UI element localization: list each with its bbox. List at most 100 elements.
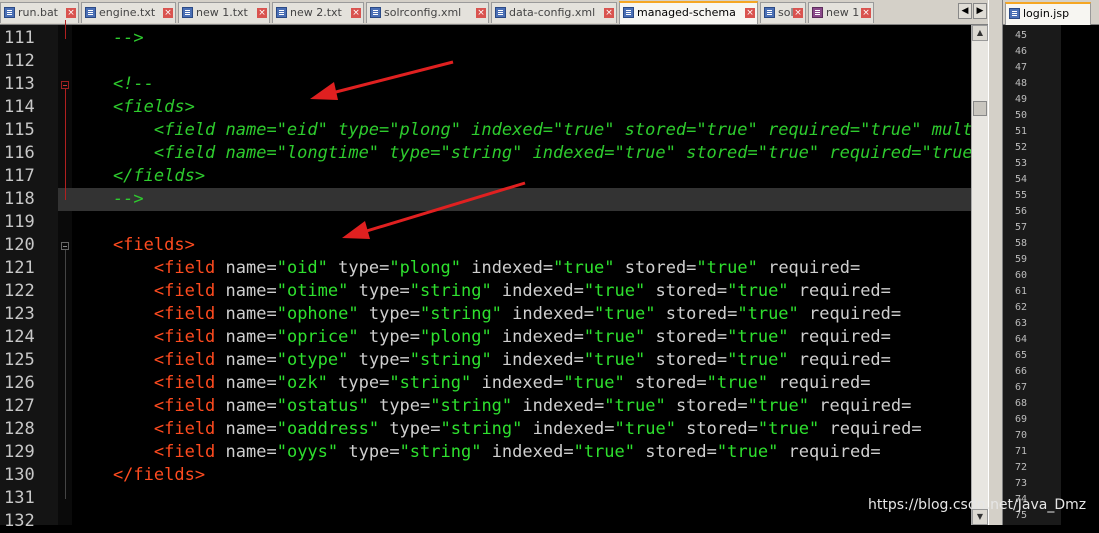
line-number: 129 xyxy=(4,442,35,462)
close-tab-icon[interactable]: × xyxy=(745,8,755,18)
tab-data-config-xml[interactable]: data-config.xml × xyxy=(491,2,617,23)
code-token: stored= xyxy=(624,373,707,393)
right-code-editor[interactable] xyxy=(1061,25,1099,525)
close-tab-icon[interactable]: × xyxy=(351,8,361,18)
line-number: 67 xyxy=(1015,382,1028,393)
code-token: type= xyxy=(358,327,421,347)
fold-margin xyxy=(58,20,72,525)
code-token: "true" xyxy=(583,350,646,370)
tab-new-2-txt[interactable]: new 2.txt × xyxy=(272,2,364,23)
fold-guide-line xyxy=(65,250,66,499)
vertical-scrollbar[interactable]: ▲ ▼ xyxy=(971,25,988,525)
tab-solr[interactable]: solr × xyxy=(760,2,806,23)
close-tab-icon[interactable]: × xyxy=(604,8,614,18)
code-token: type= xyxy=(368,396,431,416)
code-token: required= xyxy=(757,258,861,278)
right-line-number-gutter: 45 46 47 48 49 50 51 52 53 54 55 56 57 58 59 60 61 62 63 64… xyxy=(1003,25,1061,525)
split-pane-divider[interactable] xyxy=(988,0,1003,525)
tab-label: new 1.txt xyxy=(196,6,248,19)
code-token: stored= xyxy=(645,350,728,370)
code-token: indexed= xyxy=(481,442,574,462)
line-number: 117 xyxy=(4,166,35,186)
current-code-line: --> xyxy=(72,188,972,211)
code-token: "true" xyxy=(614,419,676,439)
code-token: "ozk" xyxy=(276,373,328,393)
code-token: stored= xyxy=(655,304,738,324)
code-token: "ophone" xyxy=(276,304,359,324)
code-token: <fields> xyxy=(72,235,195,255)
tab-managed-schema[interactable]: managed-schema × xyxy=(619,1,758,24)
code-token: indexed= xyxy=(512,396,605,416)
line-number: 126 xyxy=(4,373,35,393)
tab-scroll-right-button[interactable]: ▶ xyxy=(973,3,987,19)
close-tab-icon[interactable]: × xyxy=(476,8,486,18)
line-number: 48 xyxy=(1015,78,1028,89)
code-line: --> xyxy=(72,27,972,50)
tab-label: engine.txt xyxy=(99,6,156,19)
code-token: "string" xyxy=(389,373,472,393)
code-token: <field xyxy=(72,373,226,393)
tab-engine-txt[interactable]: engine.txt × xyxy=(81,2,176,23)
fold-guide-line xyxy=(65,20,66,39)
line-number: 71 xyxy=(1015,446,1028,457)
close-tab-icon[interactable]: × xyxy=(793,8,803,18)
code-token: </fields> xyxy=(72,166,206,186)
line-number: 58 xyxy=(1015,238,1028,249)
tab-login-jsp[interactable]: login.jsp xyxy=(1005,2,1091,25)
scroll-thumb[interactable] xyxy=(973,101,987,116)
tab-scroll-left-button[interactable]: ◀ xyxy=(958,3,972,19)
code-token: type= xyxy=(348,350,410,370)
code-token: required= xyxy=(798,304,902,324)
code-token: "true" xyxy=(563,373,625,393)
line-number: 130 xyxy=(4,465,35,485)
right-tab-bar: login.jsp xyxy=(1003,0,1099,25)
line-number: 115 xyxy=(4,120,35,140)
line-number: 111 xyxy=(4,28,35,48)
code-token: <field name="eid" type="plong" indexed="… xyxy=(153,120,972,140)
code-token: "ostatus" xyxy=(276,396,369,416)
scroll-up-button[interactable]: ▲ xyxy=(972,25,988,41)
file-icon xyxy=(623,7,634,18)
tab-solrconfig-xml[interactable]: solrconfig.xml × xyxy=(366,2,489,23)
code-token: "true" xyxy=(583,281,646,301)
line-number: 61 xyxy=(1015,286,1028,297)
line-number: 128 xyxy=(4,419,35,439)
watermark: https://blog.csdn.net/Java_Dmz xyxy=(868,497,1087,513)
code-token: name= xyxy=(225,258,277,278)
close-tab-icon[interactable]: × xyxy=(66,8,76,18)
code-token: required= xyxy=(778,442,881,462)
code-token: indexed= xyxy=(491,281,584,301)
code-token: --> xyxy=(72,189,144,209)
line-number: 113 xyxy=(4,74,35,94)
code-token: <field xyxy=(72,442,226,462)
code-token: "true" xyxy=(737,304,799,324)
code-token: stored= xyxy=(645,281,728,301)
fold-toggle-icon[interactable] xyxy=(61,81,69,89)
tab-run-bat[interactable]: run.bat × xyxy=(0,2,79,23)
line-number: 119 xyxy=(4,212,35,232)
code-token: type= xyxy=(358,304,421,324)
code-token: "true" xyxy=(747,396,810,416)
tab-new-1[interactable]: new 1 × xyxy=(808,2,874,23)
line-number: 51 xyxy=(1015,126,1028,137)
code-token: indexed= xyxy=(491,327,584,347)
code-editor[interactable]: --> <!-- <fields> <field name="eid" type… xyxy=(72,25,972,525)
code-line: <!-- xyxy=(72,73,972,96)
line-number: 60 xyxy=(1015,270,1028,281)
close-tab-icon[interactable]: × xyxy=(861,8,871,18)
code-token: name= xyxy=(225,442,277,462)
file-icon xyxy=(1009,8,1020,19)
code-token: "true" xyxy=(757,419,820,439)
close-tab-icon[interactable]: × xyxy=(163,8,173,18)
code-token: name= xyxy=(225,304,277,324)
code-token: "oyys" xyxy=(276,442,339,462)
code-token: required= xyxy=(788,281,891,301)
tab-new-1-txt[interactable]: new 1.txt × xyxy=(178,2,270,23)
line-number: 125 xyxy=(4,350,35,370)
code-token: stored= xyxy=(675,419,758,439)
line-number: 131 xyxy=(4,488,35,508)
fold-toggle-icon[interactable] xyxy=(61,242,69,250)
close-tab-icon[interactable]: × xyxy=(257,8,267,18)
tab-label: managed-schema xyxy=(637,6,736,19)
